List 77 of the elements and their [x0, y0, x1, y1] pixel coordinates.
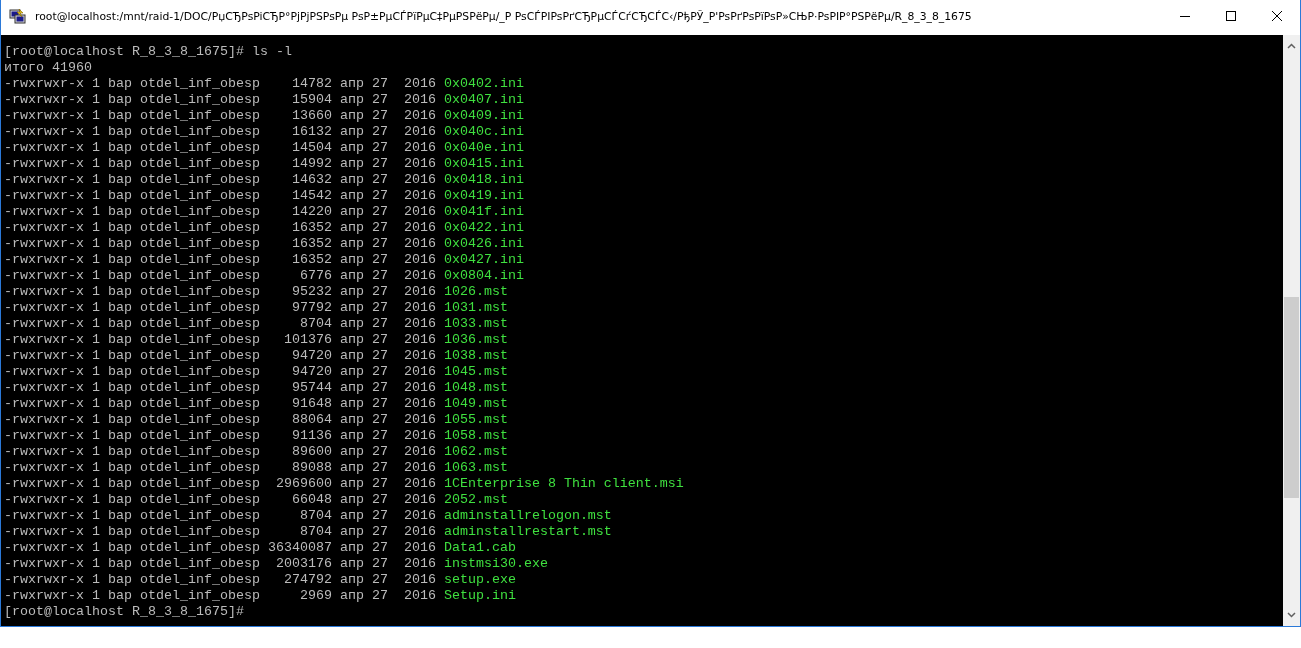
file-details: -rwxrwxr-x 1 bap otdel_inf_obesp 2969600 апр 27 2016 — [4, 476, 436, 491]
file-details: -rwxrwxr-x 1 bap otdel_inf_obesp 101376 апр 27 2016 — [4, 332, 436, 347]
file-name: 0x0407.ini — [443, 92, 524, 107]
file-name: 0x0409.ini — [443, 108, 524, 123]
file-name: 1045.mst — [443, 364, 508, 379]
scroll-thumb[interactable] — [1284, 296, 1299, 499]
file-name: 0x040e.ini — [443, 140, 524, 155]
file-name: adminstallrelogon.mst — [443, 508, 612, 523]
file-name: 2052.mst — [443, 492, 508, 507]
file-name: 0x0415.ini — [443, 156, 524, 171]
file-details: -rwxrwxr-x 1 bap otdel_inf_obesp 91648 апр 27 2016 — [4, 396, 436, 411]
window-title: root@localhost:/mnt/raid-1/DOC/PџCЂPsPiCЂP°PjPjPSPsPµ PsP±PµCЃPïPµC‡PµPSPёPµ/_P PsCЃPIPsPґCЂPµCЃCѓCЂCЃC‹/PђPЎ_P'PsPґPsPïPsP»CЊP·PsPIP°PSPёPµ/R_8_3_8_1675 — [35, 9, 973, 23]
file-name: 1033.mst — [443, 316, 508, 331]
file-name: 0x0402.ini — [443, 76, 524, 91]
file-details: -rwxrwxr-x 1 bap otdel_inf_obesp 97792 апр 27 2016 — [4, 300, 436, 315]
file-details: -rwxrwxr-x 1 bap otdel_inf_obesp 36340087 апр 27 2016 — [4, 540, 436, 555]
file-details: -rwxrwxr-x 1 bap otdel_inf_obesp 88064 апр 27 2016 — [4, 412, 436, 427]
scroll-down-icon[interactable] — [1287, 612, 1296, 618]
file-name: 1062.mst — [443, 444, 508, 459]
file-details: -rwxrwxr-x 1 bap otdel_inf_obesp 8704 апр 27 2016 — [4, 508, 436, 523]
file-name: 1048.mst — [443, 380, 508, 395]
file-name: 1026.mst — [443, 284, 508, 299]
maximize-icon — [1225, 10, 1237, 22]
file-details: -rwxrwxr-x 1 bap otdel_inf_obesp 14992 апр 27 2016 — [4, 156, 436, 171]
close-icon — [1271, 10, 1283, 22]
file-name: 0x0422.ini — [443, 220, 524, 235]
file-details: -rwxrwxr-x 1 bap otdel_inf_obesp 16352 апр 27 2016 — [4, 236, 436, 251]
file-name: 1036.mst — [443, 332, 508, 347]
file-details: -rwxrwxr-x 1 bap otdel_inf_obesp 16132 апр 27 2016 — [4, 124, 436, 139]
file-details: -rwxrwxr-x 1 bap otdel_inf_obesp 95744 апр 27 2016 — [4, 380, 436, 395]
file-name: 0x0426.ini — [443, 236, 524, 251]
file-details: -rwxrwxr-x 1 bap otdel_inf_obesp 8704 апр 27 2016 — [4, 316, 436, 331]
file-name: 1055.mst — [443, 412, 508, 427]
file-details: -rwxrwxr-x 1 bap otdel_inf_obesp 14632 апр 27 2016 — [4, 172, 436, 187]
scroll-up-icon[interactable] — [1287, 43, 1296, 49]
file-details: -rwxrwxr-x 1 bap otdel_inf_obesp 89600 апр 27 2016 — [4, 444, 436, 459]
file-details: -rwxrwxr-x 1 bap otdel_inf_obesp 14542 апр 27 2016 — [4, 188, 436, 203]
file-details: -rwxrwxr-x 1 bap otdel_inf_obesp 6776 апр 27 2016 — [4, 268, 436, 283]
scrollbar[interactable] — [1283, 35, 1300, 626]
file-details: -rwxrwxr-x 1 bap otdel_inf_obesp 66048 апр 27 2016 — [4, 492, 436, 507]
file-name: 1CEnterprise 8 Thin client.msi — [443, 476, 684, 491]
shell-prompt: [root@localhost R_8_3_8_1675]# ls -l — [4, 44, 292, 59]
file-details: -rwxrwxr-x 1 bap otdel_inf_obesp 91136 апр 27 2016 — [4, 428, 436, 443]
file-name: Setup.ini — [443, 588, 516, 603]
file-details: -rwxrwxr-x 1 bap otdel_inf_obesp 14504 апр 27 2016 — [4, 140, 436, 155]
file-name: 0x0427.ini — [443, 252, 524, 267]
file-name: setup.exe — [443, 572, 516, 587]
file-details: -rwxrwxr-x 1 bap otdel_inf_obesp 13660 апр 27 2016 — [4, 108, 436, 123]
file-details: -rwxrwxr-x 1 bap otdel_inf_obesp 14220 апр 27 2016 — [4, 204, 436, 219]
file-name: 1049.mst — [443, 396, 508, 411]
file-name: adminstallrestart.mst — [443, 524, 612, 539]
file-details: -rwxrwxr-x 1 bap otdel_inf_obesp 94720 апр 27 2016 — [4, 348, 436, 363]
output-line: итого 41960 — [4, 60, 92, 75]
file-name: 0x0804.ini — [443, 268, 524, 283]
file-name: 1063.mst — [443, 460, 508, 475]
file-name: 0x0419.ini — [443, 188, 524, 203]
file-name: 0x040c.ini — [443, 124, 524, 139]
file-details: -rwxrwxr-x 1 bap otdel_inf_obesp 16352 апр 27 2016 — [4, 252, 436, 267]
file-details: -rwxrwxr-x 1 bap otdel_inf_obesp 14782 апр 27 2016 — [4, 76, 436, 91]
terminal-app-icon — [9, 7, 27, 25]
file-name: 0x041f.ini — [443, 204, 524, 219]
file-name: 0x0418.ini — [443, 172, 524, 187]
file-name: 1058.mst — [443, 428, 508, 443]
file-details: -rwxrwxr-x 1 bap otdel_inf_obesp 95232 апр 27 2016 — [4, 284, 436, 299]
file-details: -rwxrwxr-x 1 bap otdel_inf_obesp 15904 апр 27 2016 — [4, 92, 436, 107]
file-details: -rwxrwxr-x 1 bap otdel_inf_obesp 94720 апр 27 2016 — [4, 364, 436, 379]
file-name: Data1.cab — [443, 540, 516, 555]
file-details: -rwxrwxr-x 1 bap otdel_inf_obesp 16352 апр 27 2016 — [4, 220, 436, 235]
file-details: -rwxrwxr-x 1 bap otdel_inf_obesp 89088 апр 27 2016 — [4, 460, 436, 475]
file-name: instmsi30.exe — [443, 556, 548, 571]
shell-prompt: [root@localhost R_8_3_8_1675]# — [4, 604, 244, 619]
file-details: -rwxrwxr-x 1 bap otdel_inf_obesp 8704 апр 27 2016 — [4, 524, 436, 539]
file-details: -rwxrwxr-x 1 bap otdel_inf_obesp 2003176 апр 27 2016 — [4, 556, 436, 571]
file-name: 1038.mst — [443, 348, 508, 363]
file-details: -rwxrwxr-x 1 bap otdel_inf_obesp 2969 апр 27 2016 — [4, 588, 436, 603]
file-name: 1031.mst — [443, 300, 508, 315]
file-details: -rwxrwxr-x 1 bap otdel_inf_obesp 274792 апр 27 2016 — [4, 572, 436, 587]
